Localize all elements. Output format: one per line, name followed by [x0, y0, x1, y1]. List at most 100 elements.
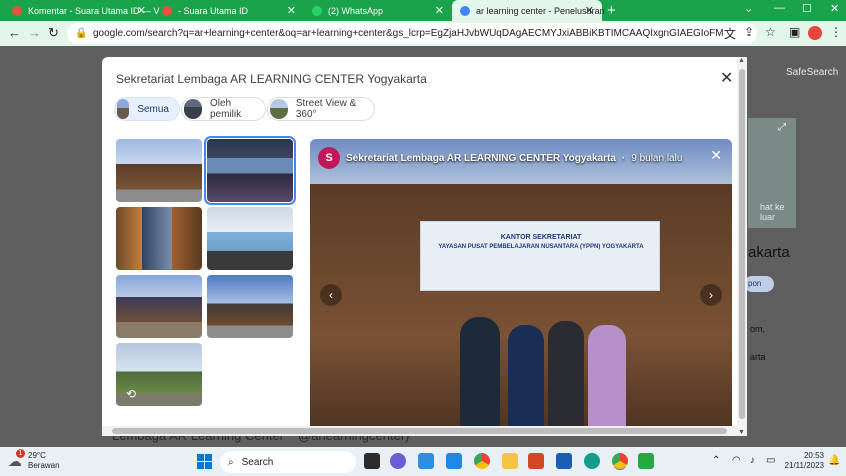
photo-age: 9 bulan lalu — [631, 152, 683, 164]
photo-thumbnail[interactable] — [116, 207, 202, 270]
app-icon[interactable] — [638, 453, 654, 469]
photo-thumbnail[interactable] — [207, 275, 293, 338]
bookmark-star-icon[interactable]: ☆ — [765, 25, 776, 39]
dialog-horizontal-scrollbar[interactable] — [102, 426, 737, 436]
filter-chip-street-view[interactable]: Street View & 360° — [267, 97, 375, 121]
view-outside-label: hat ke luar — [760, 202, 785, 222]
person — [588, 325, 626, 436]
person — [548, 321, 584, 436]
back-arrow-icon[interactable]: ← — [8, 25, 21, 40]
safesearch-link[interactable]: SafeSearch — [786, 67, 838, 78]
file-explorer-icon[interactable] — [502, 453, 518, 469]
whatsapp-favicon-icon — [312, 5, 322, 16]
photo-thumbnail[interactable] — [116, 139, 202, 202]
translate-icon[interactable]: 文 — [724, 25, 736, 42]
clock-date: 21/11/2023 — [784, 461, 824, 470]
chrome-icon[interactable] — [474, 453, 490, 469]
close-dialog-icon[interactable]: ✕ — [720, 68, 733, 88]
tab-search-chevron-icon[interactable]: ⌄ — [744, 2, 753, 15]
filter-chip-label: Semua — [137, 103, 169, 115]
scroll-down-icon[interactable]: ▼ — [738, 429, 745, 436]
system-clock[interactable]: 20:53 21/11/2023 — [780, 451, 824, 471]
maximize-icon[interactable]: ☐ — [802, 2, 812, 15]
close-tab-icon[interactable]: ✕ — [287, 4, 296, 17]
close-viewer-icon[interactable]: ✕ — [710, 147, 722, 164]
scroll-up-icon[interactable]: ▲ — [738, 57, 745, 64]
chip-thumbnail — [184, 99, 202, 119]
filter-chip-label: Street View & 360° — [295, 98, 357, 120]
task-view-icon[interactable] — [364, 453, 380, 469]
photo-thumbnail[interactable] — [116, 275, 202, 338]
tab-title: (2) WhatsApp — [328, 5, 384, 16]
chat-app-icon[interactable] — [390, 453, 406, 469]
battery-icon[interactable]: ▭ — [766, 455, 775, 466]
url-text[interactable]: google.com/search?q=ar+learning+center&o… — [93, 28, 723, 39]
banner-subtitle: YAYASAN PUSAT PEMBELAJARAN NUSANTARA (YP… — [438, 244, 644, 250]
chip-thumbnail — [117, 99, 130, 119]
photo-viewer[interactable]: KANTOR SEKRETARIAT YAYASAN PUSAT PEMBELA… — [310, 139, 732, 436]
google-favicon-icon — [460, 5, 470, 16]
side-panel-icon[interactable]: ▣ — [789, 25, 800, 39]
business-name-partial: akarta — [748, 244, 790, 261]
action-button-partial[interactable]: pon — [744, 276, 774, 292]
chip-thumbnail — [270, 99, 288, 119]
photo-thumbnail-selected[interactable] — [204, 136, 296, 205]
poster-name[interactable]: Sekretariat Lembaga AR LEARNING CENTER Y… — [346, 153, 616, 164]
tab-google-search[interactable]: ar learning center - Penelusuran ✕ — [452, 0, 605, 21]
word-icon[interactable] — [556, 453, 572, 469]
powerpoint-icon[interactable] — [528, 453, 544, 469]
wifi-icon[interactable]: ◠ — [732, 455, 741, 466]
browser-toolbar: ← → ↻ 🔒 google.com/search?q=ar+learning+… — [0, 21, 846, 46]
close-tab-icon[interactable]: ✕ — [137, 4, 146, 17]
dialog-vertical-scrollbar[interactable]: ▲ ▼ — [737, 57, 747, 436]
scrollbar-thumb[interactable] — [739, 69, 745, 419]
outlook-app-icon[interactable] — [446, 453, 462, 469]
profile-avatar[interactable] — [808, 26, 822, 40]
scrollbar-thumb[interactable] — [112, 428, 727, 434]
photo-attribution[interactable]: S Sekretariat Lembaga AR LEARNING CENTER… — [318, 147, 682, 169]
forward-arrow-icon[interactable]: → — [28, 25, 41, 40]
person — [508, 325, 544, 436]
notifications-bell-icon[interactable]: 🔔 — [828, 455, 840, 466]
chrome-active-icon[interactable] — [612, 453, 628, 469]
show-hidden-icons-chevron-icon[interactable]: ⌃ — [712, 455, 720, 466]
close-tab-icon[interactable]: ✕ — [435, 4, 444, 17]
tab-suara-utama[interactable]: - Suara Utama ID ✕ — [154, 0, 304, 21]
volume-icon[interactable]: ♪ — [750, 455, 755, 466]
photo-thumbnail[interactable] — [207, 207, 293, 270]
suara-utama-favicon-icon — [162, 5, 172, 16]
map-preview[interactable]: ⤢ hat ke luar — [748, 118, 796, 228]
office-banner: KANTOR SEKRETARIAT YAYASAN PUSAT PEMBELA… — [420, 221, 660, 291]
site-info-icon[interactable]: 🔒 — [75, 28, 89, 39]
tab-whatsapp[interactable]: (2) WhatsApp ✕ — [304, 0, 452, 21]
expand-map-icon[interactable]: ⤢ — [778, 122, 786, 133]
weather-alert-badge: 1 — [16, 448, 25, 458]
browser-menu-icon[interactable]: ⋮ — [830, 25, 842, 39]
street-view-thumbnail[interactable]: ⟲ — [116, 343, 202, 406]
clock-time: 20:53 — [803, 451, 824, 460]
browser-tab-strip: Komentar - Suara Utama ID — V ✕ - Suara … — [0, 0, 846, 21]
windows-start-icon[interactable] — [197, 454, 212, 469]
info-text-partial: om, — [750, 324, 766, 334]
weather-widget[interactable]: ☁ 1 29°C Berawan — [8, 448, 60, 471]
poster-avatar[interactable]: S — [318, 147, 340, 169]
address-text-partial: arta — [750, 352, 766, 362]
window-close-icon[interactable]: ✕ — [830, 2, 839, 15]
photo-gallery-dialog: Sekretariat Lembaga AR LEARNING CENTER Y… — [102, 57, 747, 436]
edge-icon[interactable] — [584, 453, 600, 469]
address-bar[interactable]: 🔒 google.com/search?q=ar+learning+center… — [67, 23, 757, 44]
filter-chip-semua[interactable]: Semua — [114, 97, 180, 121]
taskbar-search-box[interactable]: ⌕ Search — [220, 451, 356, 473]
tab-komentar[interactable]: Komentar - Suara Utama ID — V ✕ — [4, 0, 160, 21]
new-tab-plus-icon[interactable]: + — [607, 2, 616, 19]
person — [460, 317, 500, 436]
close-tab-icon[interactable]: ✕ — [585, 4, 594, 17]
windows-taskbar: ☁ 1 29°C Berawan ⌕ Search ⌃ ◠ ♪ ▭ 20:53 … — [0, 447, 846, 476]
previous-photo-chevron-icon[interactable]: ‹ — [320, 284, 342, 306]
filter-chip-oleh-pemilik[interactable]: Oleh pemilik — [181, 97, 266, 121]
next-photo-chevron-icon[interactable]: › — [700, 284, 722, 306]
share-icon[interactable]: ⇪ — [744, 25, 754, 39]
reload-icon[interactable]: ↻ — [48, 25, 59, 41]
minimize-icon[interactable]: — — [774, 2, 785, 14]
mail-app-icon[interactable] — [418, 453, 434, 469]
